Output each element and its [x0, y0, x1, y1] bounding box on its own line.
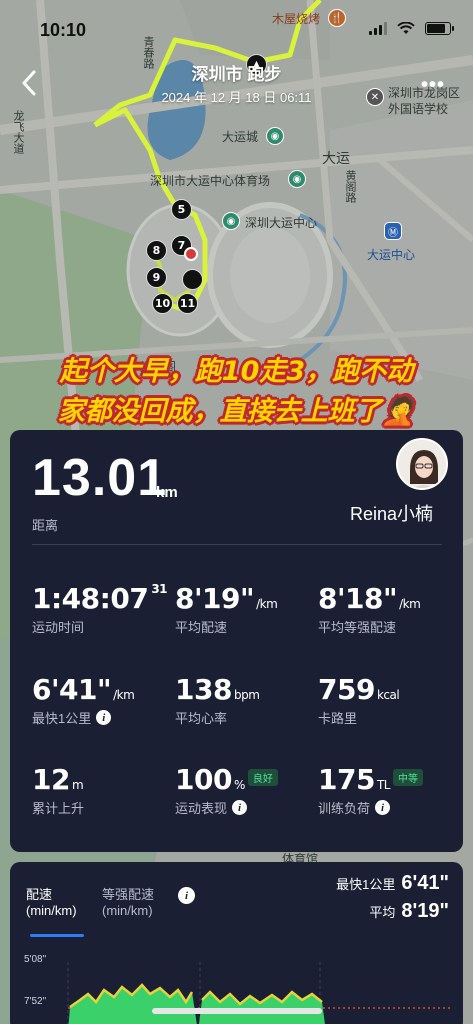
avg-equiv-pace-unit: /km — [399, 597, 421, 611]
status-bar: 10:10 — [0, 0, 473, 56]
user-name[interactable]: Reina小楠 — [350, 500, 433, 526]
fastest-km-label: 最快1公里 — [32, 711, 92, 726]
performance-unit: % — [233, 778, 245, 792]
performance-label: 运动表现 — [175, 801, 228, 816]
avg-pace-label: 平均配速 — [175, 620, 228, 635]
stat-avg-equiv-pace: 8'18"/km 平均等强配速 — [318, 582, 421, 636]
training-load-badge: 中等 — [392, 768, 423, 786]
divider — [32, 544, 442, 545]
avg-hr-value: 138 — [175, 673, 232, 706]
caption-overlay: 起个大早，跑10走3，跑不动 家都没回成，直接去上班了🤦 — [0, 352, 473, 432]
map-label-dayun-center-station: 大运中心 — [367, 248, 416, 262]
map-label-dayun-center: 深圳大运中心 — [245, 216, 318, 230]
calories-unit: kcal — [376, 688, 400, 702]
page-title: 深圳市 跑步 — [191, 65, 282, 84]
distance-unit: km — [156, 484, 178, 501]
status-time: 10:10 — [40, 20, 87, 40]
metro-icon: Ⓜ — [384, 222, 402, 240]
map-label-huanglong-road: 黄阁路 — [344, 170, 357, 203]
info-icon[interactable]: i — [232, 800, 248, 815]
training-load-label: 训练负荷 — [318, 801, 371, 816]
stat-elevation: 12 m 累计上升 — [32, 763, 84, 817]
stat-calories: 759 kcal 卡路里 — [318, 673, 400, 727]
elevation-unit: m — [71, 778, 84, 792]
avg-pace-value: 8'19" — [175, 582, 255, 615]
avatar[interactable] — [396, 438, 448, 490]
map-label-stadium: 深圳市大运中心体育场 — [150, 174, 271, 188]
km-marker[interactable] — [182, 269, 203, 290]
more-dots-icon[interactable]: ••• — [421, 74, 445, 97]
stat-avg-hr: 138 bpm 平均心率 — [175, 673, 260, 727]
map-label-dayun: 大运 — [322, 151, 350, 167]
landmark-icon: ◉ — [222, 212, 240, 230]
km-marker[interactable]: 8 — [146, 240, 167, 261]
stat-duration: 1:48:07 31 运动时间 — [32, 582, 168, 636]
stat-training-load: 175 TL 中等 训练负荷 i — [318, 763, 423, 817]
stat-avg-pace: 8'19"/km 平均配速 — [175, 582, 278, 636]
distance-value: 13.01 — [32, 449, 168, 507]
home-indicator[interactable] — [152, 1008, 322, 1014]
pace-chart-card: 配速 (min/km) 等强配速 (min/km) i 最快1公里 6'41" 平… — [10, 862, 463, 1024]
km-marker[interactable]: 5 — [171, 199, 192, 220]
map-label-longfei-road: 龙飞大道 — [12, 110, 25, 154]
avg-hr-label: 平均心率 — [175, 711, 228, 726]
duration-label: 运动时间 — [32, 620, 85, 635]
duration-centiseconds: 31 — [151, 582, 168, 596]
duration-value: 1:48:07 — [32, 582, 149, 615]
wifi-icon — [397, 22, 415, 34]
info-icon[interactable]: i — [96, 710, 112, 725]
stadium-icon: ◉ — [288, 170, 306, 188]
pace-chart-plot[interactable] — [10, 862, 463, 1024]
stat-fastest-km: 6'41"/km 最快1公里 i — [32, 673, 135, 727]
caption-line-2: 家都没回成，直接去上班了🤦 — [57, 396, 416, 427]
training-load-value: 175 — [318, 763, 375, 796]
distance-label: 距离 — [32, 518, 59, 533]
map-label-dayun-city: 大运城 — [222, 130, 259, 144]
shopping-icon: ◉ — [266, 127, 284, 145]
calories-value: 759 — [318, 673, 375, 706]
calories-label: 卡路里 — [318, 711, 358, 726]
km-marker[interactable]: 10 — [152, 293, 173, 314]
elevation-label: 累计上升 — [32, 801, 85, 816]
caption-line-1: 起个大早，跑10走3，跑不动 — [59, 356, 414, 387]
avg-hr-unit: bpm — [233, 688, 260, 702]
battery-icon — [425, 22, 454, 35]
training-load-unit: TL — [376, 778, 391, 792]
performance-badge: 良好 — [247, 768, 278, 786]
status-icons — [369, 22, 454, 35]
stat-performance: 100% 良好 运动表现 i — [175, 763, 278, 817]
elevation-value: 12 — [32, 763, 70, 796]
avg-pace-unit: /km — [256, 597, 278, 611]
avg-equiv-pace-value: 8'18" — [318, 582, 398, 615]
stats-card: 13.01 km 距离 Reina小楠 1:48:07 31 运动时间 8'19"… — [10, 430, 463, 852]
performance-value: 100 — [175, 763, 232, 796]
km-marker[interactable]: 11 — [177, 293, 198, 314]
avg-equiv-pace-label: 平均等强配速 — [318, 620, 397, 635]
info-icon[interactable]: i — [375, 800, 391, 815]
cellular-signal-icon — [369, 22, 387, 35]
fastest-km-unit: /km — [113, 688, 135, 702]
activity-datetime: 2024 年 12 月 18 日 06:11 — [161, 90, 312, 105]
end-point-icon — [184, 247, 198, 261]
fastest-km-value: 6'41" — [32, 673, 112, 706]
km-marker[interactable]: 9 — [146, 267, 167, 288]
